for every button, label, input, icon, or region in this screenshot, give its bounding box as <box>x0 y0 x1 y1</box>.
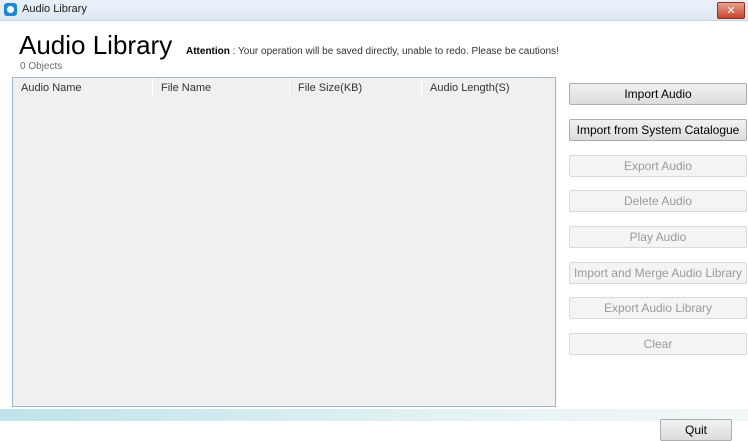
app-icon <box>4 3 17 16</box>
export-audio-button[interactable]: Export Audio <box>569 155 747 177</box>
window-title: Audio Library <box>22 3 87 15</box>
delete-audio-button[interactable]: Delete Audio <box>569 190 747 212</box>
play-audio-button[interactable]: Play Audio <box>569 226 747 248</box>
close-icon: ✕ <box>726 4 736 17</box>
column-header-file-name[interactable]: File Name <box>152 78 289 96</box>
column-header-audio-length[interactable]: Audio Length(S) <box>421 78 555 96</box>
audio-list[interactable]: Audio Name File Name File Size(KB) Audio… <box>12 77 556 407</box>
page-title: Audio Library <box>19 30 173 60</box>
import-from-system-catalogue-button[interactable]: Import from System Catalogue <box>569 119 747 141</box>
clear-button[interactable]: Clear <box>569 333 747 355</box>
title-bar: Audio Library ✕ <box>0 0 748 21</box>
column-header-file-size[interactable]: File Size(KB) <box>289 78 421 96</box>
attention-label: Attention <box>186 46 230 57</box>
import-audio-button[interactable]: Import Audio <box>569 83 747 105</box>
footer-bar <box>0 409 748 421</box>
export-audio-library-button[interactable]: Export Audio Library <box>569 297 747 319</box>
close-button[interactable]: ✕ <box>717 2 745 19</box>
column-header-audio-name[interactable]: Audio Name <box>13 78 152 96</box>
table-header: Audio Name File Name File Size(KB) Audio… <box>13 78 555 96</box>
attention-notice: Attention : Your operation will be saved… <box>186 46 559 57</box>
object-count: 0 Objects <box>20 61 63 72</box>
import-and-merge-audio-library-button[interactable]: Import and Merge Audio Library <box>569 262 747 284</box>
attention-text: : Your operation will be saved directly,… <box>229 46 559 57</box>
quit-button[interactable]: Quit <box>660 419 732 441</box>
